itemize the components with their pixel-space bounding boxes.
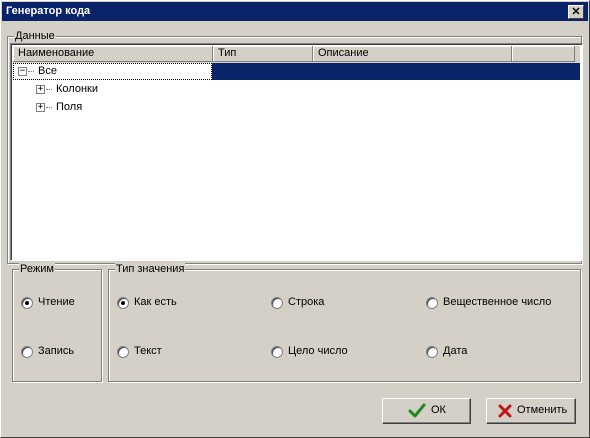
value-type-group: Тип значения	[108, 262, 581, 382]
radio-circle-icon	[426, 346, 438, 358]
column-header-description[interactable]: Описание	[313, 46, 512, 62]
checkmark-icon	[408, 403, 426, 418]
code-generator-dialog: Генератор кода ✕ Данные Наименование Тип…	[0, 0, 590, 438]
tree-item-label: Колонки	[56, 83, 98, 95]
radio-circle-icon	[426, 297, 438, 309]
expand-icon[interactable]: +	[36, 103, 45, 112]
tree-item-label: Поля	[56, 101, 83, 113]
tree-row-all[interactable]: − Все	[13, 63, 580, 80]
mode-group-label: Режим	[19, 262, 55, 276]
ok-button-label: ОК	[431, 404, 446, 416]
collapse-icon[interactable]: −	[18, 67, 27, 76]
column-header-name[interactable]: Наименование	[13, 46, 213, 62]
radio-circle-icon	[271, 297, 283, 309]
tree-connector	[46, 89, 52, 90]
tree-connector	[28, 71, 34, 72]
radio-circle-icon	[21, 297, 33, 309]
cancel-button[interactable]: Отменить	[486, 398, 576, 424]
tree-row-fields[interactable]: + Поля	[13, 99, 580, 116]
expand-icon[interactable]: +	[36, 85, 45, 94]
radio-circle-icon	[117, 297, 129, 309]
radio-circle-icon	[117, 346, 129, 358]
cancel-button-label: Отменить	[517, 404, 568, 416]
column-header-filler	[512, 46, 575, 62]
ok-button[interactable]: ОК	[382, 398, 471, 424]
window-title: Генератор кода	[6, 5, 91, 17]
title-bar[interactable]: Генератор кода ✕	[2, 2, 588, 21]
tree-row-columns[interactable]: + Колонки	[13, 81, 580, 98]
list-header: Наименование Тип Описание	[13, 46, 580, 63]
radio-circle-icon	[21, 346, 33, 358]
tree-cell-name: − Все	[13, 63, 212, 80]
radio-circle-icon	[271, 346, 283, 358]
data-group-label: Данные	[14, 29, 56, 43]
close-button[interactable]: ✕	[568, 5, 584, 19]
mode-group: Режим	[12, 262, 102, 382]
x-cross-icon	[498, 404, 512, 418]
data-tree-list[interactable]: Наименование Тип Описание − Все + Колонк…	[10, 43, 583, 261]
column-header-type[interactable]: Тип	[213, 46, 313, 62]
value-type-group-label: Тип значения	[115, 262, 186, 276]
close-icon: ✕	[571, 6, 581, 18]
tree-item-label: Все	[38, 65, 57, 77]
tree-connector	[46, 107, 52, 108]
